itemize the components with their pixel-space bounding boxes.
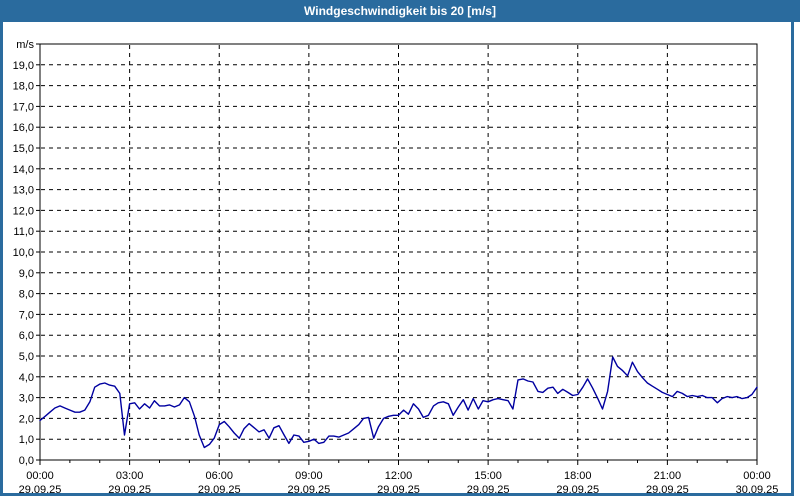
x-axis-date-label: 29.09.25 (287, 484, 330, 496)
svg-text:1,0: 1,0 (19, 434, 34, 446)
svg-text:13,0: 13,0 (13, 185, 34, 197)
x-axis-time-label: 00:00 (26, 470, 54, 482)
svg-text:12,0: 12,0 (13, 205, 34, 217)
svg-text:5,0: 5,0 (19, 351, 34, 363)
svg-text:2,0: 2,0 (19, 413, 34, 425)
y-axis-labels: 0,0 1,0 2,0 3,0 4,0 5,0 6,0 7,0 8,0 9,0 10,0 11,0 12… (13, 39, 35, 467)
x-axis-date-label: 29.09.25 (646, 484, 689, 496)
x-axis-date-label: 29.09.25 (19, 484, 62, 496)
svg-text:19,0: 19,0 (13, 60, 34, 72)
x-axis-time-label: 18:00 (564, 470, 592, 482)
x-axis-time-label: 12:00 (385, 470, 413, 482)
x-axis-date-label: 30.09.25 (736, 484, 779, 496)
svg-text:18,0: 18,0 (13, 81, 34, 93)
x-axis-time-label: 06:00 (205, 470, 233, 482)
svg-text:4,0: 4,0 (19, 372, 34, 384)
x-axis-date-label: 29.09.25 (108, 484, 151, 496)
svg-text:0,0: 0,0 (19, 455, 34, 467)
svg-text:3,0: 3,0 (19, 393, 34, 405)
x-axis-date-label: 29.09.25 (377, 484, 420, 496)
svg-text:16,0: 16,0 (13, 122, 34, 134)
x-axis-labels: 00:00 29.09.25 03:00 29.09.25 06:00 29.09.25 0… (19, 470, 779, 496)
svg-text:8,0: 8,0 (19, 289, 34, 301)
x-axis-time-label: 21:00 (654, 470, 682, 482)
svg-text:15,0: 15,0 (13, 143, 34, 155)
y-axis-unit-label: m/s (16, 39, 34, 51)
svg-text:11,0: 11,0 (13, 226, 34, 238)
svg-text:6,0: 6,0 (19, 330, 34, 342)
svg-text:7,0: 7,0 (19, 309, 34, 321)
wind-speed-chart: 0,0 1,0 2,0 3,0 4,0 5,0 6,0 7,0 8,0 9,0 10,0 11,0 12… (13, 39, 779, 496)
svg-text:9,0: 9,0 (19, 268, 34, 280)
svg-text:14,0: 14,0 (13, 164, 34, 176)
svg-text:17,0: 17,0 (13, 101, 34, 113)
x-axis-time-label: 15:00 (474, 470, 502, 482)
svg-text:10,0: 10,0 (13, 247, 34, 259)
x-axis-date-label: 29.09.25 (467, 484, 510, 496)
x-axis-time-label: 03:00 (116, 470, 144, 482)
application-window: Windgeschwindigkeit bis 20 [m/s] 0,0 1,0 2… (0, 0, 800, 500)
x-axis-date-label: 29.09.25 (556, 484, 599, 496)
x-axis-date-label: 29.09.25 (198, 484, 241, 496)
x-axis-time-label: 00:00 (743, 470, 771, 482)
x-axis-time-label: 09:00 (295, 470, 323, 482)
